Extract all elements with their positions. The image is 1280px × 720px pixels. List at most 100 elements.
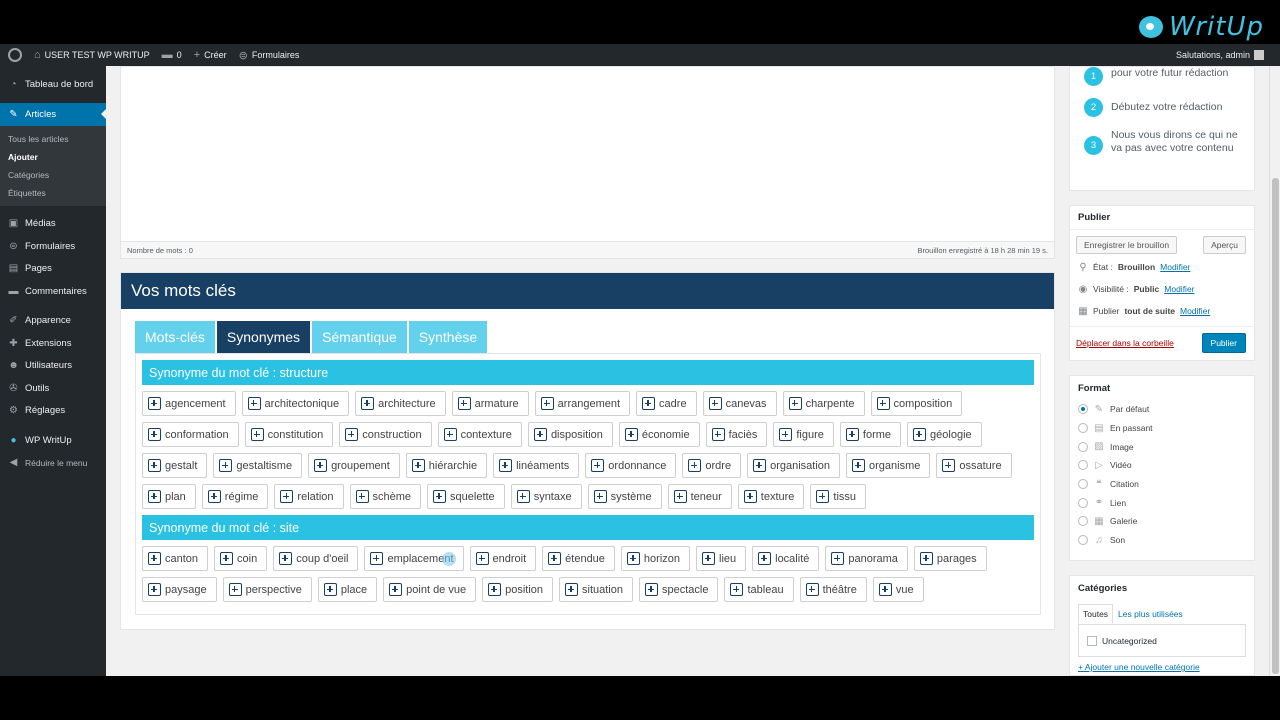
synonym-chip[interactable]: organisme [846, 453, 931, 478]
synonym-chip[interactable]: organisation [747, 453, 841, 478]
radio-button[interactable] [1078, 460, 1088, 471]
synonym-chip[interactable]: cadre [636, 391, 697, 416]
synonym-chip[interactable]: contexture [437, 422, 522, 447]
sidebar-item-appearance[interactable]: ✐ Apparence [0, 310, 106, 333]
radio-button[interactable] [1078, 441, 1088, 452]
move-to-trash-link[interactable]: Déplacer dans la corbeille [1076, 338, 1174, 348]
radio-button[interactable] [1078, 479, 1088, 490]
forms-menu[interactable]: ⊜ Formulaires [233, 44, 306, 66]
tab-most-used[interactable]: Les plus utilisées [1113, 604, 1188, 624]
synonym-chip[interactable]: construction [339, 422, 432, 447]
synonym-chip[interactable]: vue [872, 577, 924, 602]
tab-synonyms[interactable]: Synonymes [216, 321, 311, 353]
synonym-chip[interactable]: place [317, 577, 378, 602]
comments-link[interactable]: ▬ 0 [156, 44, 188, 66]
synonym-chip[interactable]: coin [214, 546, 268, 571]
format-option-gallery[interactable]: ▦ Galerie [1070, 512, 1254, 531]
radio-button[interactable] [1078, 516, 1088, 527]
site-name-link[interactable]: ⌂ USER TEST WP WRITUP [28, 44, 156, 66]
submenu-tags[interactable]: Étiquettes [0, 184, 106, 202]
synonym-chip[interactable]: constitution [244, 422, 334, 447]
synonym-chip[interactable]: forme [839, 422, 902, 447]
radio-button[interactable] [1078, 497, 1088, 508]
edit-visibility-link[interactable]: Modifier [1164, 284, 1194, 294]
synonym-chip[interactable]: architectonique [241, 391, 350, 416]
post-editor[interactable]: Nombre de mots : 0 Brouillon enregistré … [120, 66, 1055, 259]
synonym-chip[interactable]: armature [451, 391, 529, 416]
radio-button[interactable] [1078, 423, 1088, 434]
synonym-chip[interactable]: situation [559, 577, 633, 602]
format-option-image[interactable]: ▨ Image [1070, 437, 1254, 456]
synonym-chip[interactable]: perspective [222, 577, 312, 602]
tab-semantic[interactable]: Sémantique [312, 321, 407, 353]
sidebar-item-dashboard[interactable]: ◔ Tableau de bord [0, 73, 106, 96]
synonym-chip[interactable]: point de vue [383, 577, 477, 602]
format-option-quote[interactable]: ❝ Citation [1070, 475, 1254, 494]
format-option-video[interactable]: ▷ Vidéo [1070, 456, 1254, 475]
synonym-chip[interactable]: ordre [682, 453, 742, 478]
tab-all-categories[interactable]: Toutes [1078, 604, 1114, 624]
synonym-chip[interactable]: théâtre [799, 577, 867, 602]
synonym-chip[interactable]: ossature [936, 453, 1012, 478]
synonym-chip[interactable]: endroit [469, 546, 537, 571]
submenu-add-new[interactable]: Ajouter [0, 148, 106, 166]
publish-button[interactable]: Publier [1201, 333, 1246, 353]
new-content-menu[interactable]: + Créer [188, 44, 233, 66]
synonym-chip[interactable]: charpente [782, 391, 865, 416]
sidebar-item-comments[interactable]: ▬ Commentaires [0, 280, 106, 303]
synonym-chip[interactable]: tableau [724, 577, 794, 602]
synonym-chip[interactable]: groupement [308, 453, 400, 478]
synonym-chip[interactable]: disposition [527, 422, 613, 447]
synonym-chip[interactable]: composition [870, 391, 963, 416]
synonym-chip[interactable]: économie [618, 422, 700, 447]
synonym-chip[interactable]: gestalt [142, 453, 208, 478]
format-option-aside[interactable]: ▤ En passant [1070, 419, 1254, 438]
sidebar-item-articles[interactable]: ✎ Articles [0, 102, 106, 126]
synonym-chip[interactable]: teneur [667, 484, 732, 509]
synonym-chip[interactable]: système [587, 484, 662, 509]
add-category-link[interactable]: + Ajouter une nouvelle catégorie [1070, 662, 1254, 672]
synonym-chip[interactable]: localité [752, 546, 820, 571]
synonym-chip[interactable]: gestaltisme [213, 453, 303, 478]
synonym-chip[interactable]: panorama [825, 546, 908, 571]
synonym-chip[interactable]: lieu [696, 546, 747, 571]
submenu-categories[interactable]: Catégories [0, 166, 106, 184]
wp-logo-menu[interactable] [0, 44, 28, 66]
sidebar-item-forms[interactable]: ⊜ Formulaires [0, 235, 106, 258]
tab-keywords[interactable]: Mots-clés [135, 321, 215, 353]
radio-button[interactable] [1078, 535, 1088, 546]
synonym-chip[interactable]: faciès [705, 422, 768, 447]
tab-synthesis[interactable]: Synthèse [408, 321, 488, 353]
synonym-chip[interactable]: agencement [142, 391, 236, 416]
edit-status-link[interactable]: Modifier [1160, 262, 1190, 272]
synonym-chip[interactable]: paysage [142, 577, 217, 602]
synonym-chip[interactable]: géologie [907, 422, 982, 447]
account-menu[interactable]: Salutations, admin [1176, 50, 1280, 60]
synonym-chip[interactable]: tissu [810, 484, 867, 509]
sidebar-item-pages[interactable]: ▤ Pages [0, 258, 106, 281]
sidebar-item-media[interactable]: ▣ Médias [0, 213, 106, 236]
preview-button[interactable]: Aperçu [1203, 236, 1246, 254]
synonym-chip[interactable]: spectacle [639, 577, 719, 602]
synonym-chip[interactable]: architecture [355, 391, 446, 416]
synonym-chip[interactable]: syntaxe [510, 484, 582, 509]
submenu-all-articles[interactable]: Tous les articles [0, 130, 106, 148]
synonym-chip[interactable]: canevas [702, 391, 777, 416]
synonym-chip[interactable]: schème [349, 484, 422, 509]
scrollbar-thumb[interactable] [1272, 178, 1279, 674]
synonym-chip[interactable]: relation [274, 484, 344, 509]
synonym-chip[interactable]: squelette [427, 484, 505, 509]
save-draft-button[interactable]: Enregistrer le brouillon [1076, 236, 1178, 254]
synonym-chip[interactable]: ordonnance [585, 453, 677, 478]
synonym-chip[interactable]: coup d'oeil [273, 546, 359, 571]
radio-button[interactable] [1078, 404, 1088, 415]
sidebar-item-wp-writup[interactable]: ● WP WritUp [0, 429, 106, 452]
synonym-chip[interactable]: position [482, 577, 554, 602]
synonym-chip[interactable]: régime [201, 484, 269, 509]
synonym-chip[interactable]: parages [913, 546, 987, 571]
synonym-chip[interactable]: hiérarchie [405, 453, 488, 478]
format-option-link[interactable]: ⚭ Lien [1070, 493, 1254, 512]
sidebar-item-settings[interactable]: ⚙ Réglages [0, 400, 106, 423]
synonym-chip[interactable]: plan [142, 484, 196, 509]
synonym-chip[interactable]: texture [737, 484, 805, 509]
